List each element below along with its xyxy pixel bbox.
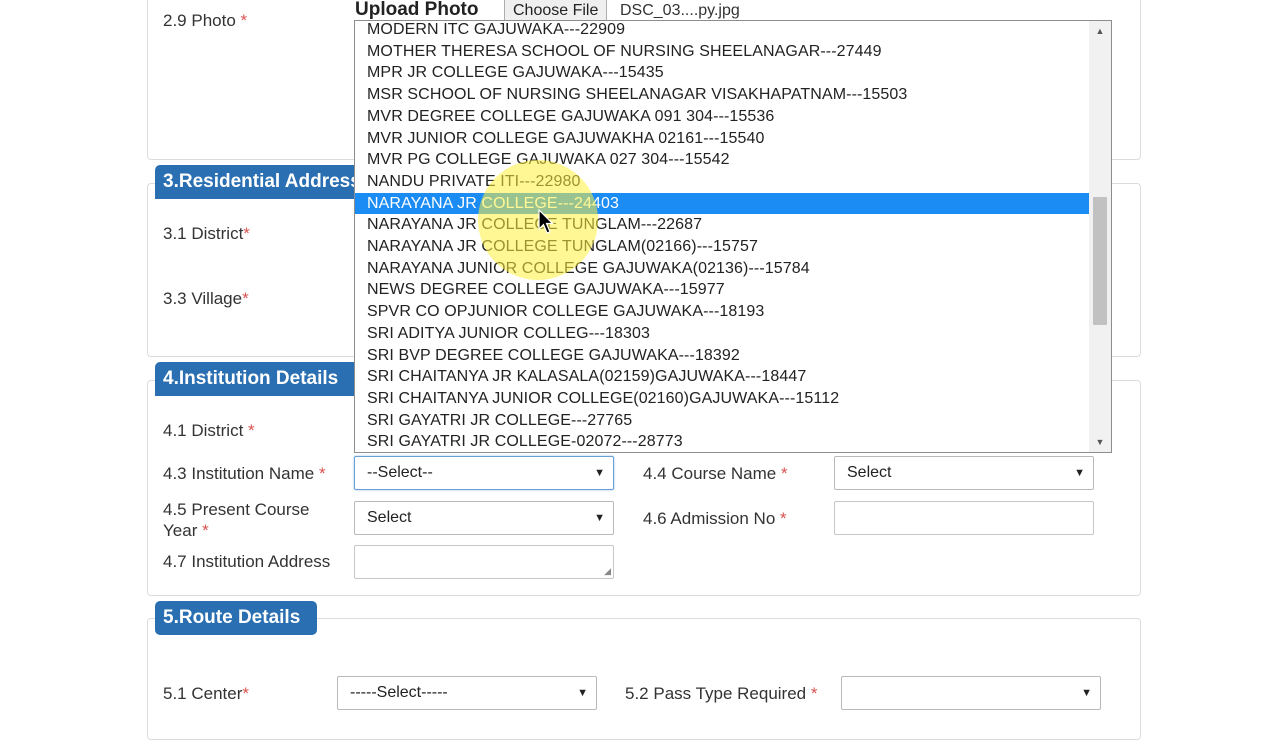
dropdown-option[interactable]: NANDU PRIVATE ITI---22980: [355, 171, 1089, 192]
course-year-text-2: Year: [163, 521, 198, 540]
required-mark: *: [242, 684, 250, 703]
required-mark: *: [780, 509, 787, 528]
admission-no-text: 4.6 Admission No: [643, 509, 776, 528]
institution-name-select[interactable]: --Select-- ▼: [354, 456, 614, 490]
mouse-pointer-icon: [538, 209, 554, 234]
institution-address-textarea[interactable]: ◢: [354, 545, 614, 579]
dropdown-option[interactable]: NEWS DEGREE COLLEGE GAJUWAKA---15977: [355, 279, 1089, 300]
institution-name-text: 4.3 Institution Name: [163, 464, 315, 483]
admission-no-input[interactable]: [834, 501, 1094, 535]
course-year-label: 4.5 Present Course Year *: [163, 499, 309, 541]
residential-district-label: 3.1 District*: [163, 224, 250, 244]
dropdown-option[interactable]: MODERN ITC GAJUWAKA---22909: [355, 21, 1089, 40]
dropdown-option[interactable]: SRI GAYATRI JR COLLEGE-02072---28773: [355, 431, 1089, 452]
chevron-down-icon: ▼: [577, 687, 588, 699]
dropdown-option[interactable]: MVR DEGREE COLLEGE GAJUWAKA 091 304---15…: [355, 106, 1089, 127]
residential-district-text: 3.1 District: [163, 224, 244, 243]
dropdown-option[interactable]: SPVR CO OPJUNIOR COLLEGE GAJUWAKA---1819…: [355, 301, 1089, 322]
required-mark: *: [240, 11, 248, 30]
course-name-select[interactable]: Select ▼: [834, 456, 1094, 490]
required-mark: *: [243, 224, 250, 243]
course-name-text: 4.4 Course Name: [643, 464, 777, 483]
dropdown-option[interactable]: SRI CHAITANYA JUNIOR COLLEGE(02160)GAJUW…: [355, 388, 1089, 409]
center-value: -----Select-----: [350, 684, 448, 701]
dropdown-option[interactable]: SRI GAYATRI JR COLLEGE---27765: [355, 410, 1089, 431]
required-mark: *: [242, 289, 249, 308]
institution-header: 4.Institution Details: [155, 362, 369, 396]
required-mark: *: [780, 464, 788, 483]
required-mark: *: [202, 521, 209, 540]
dropdown-option[interactable]: MOTHER THERESA SCHOOL OF NURSING SHEELAN…: [355, 41, 1089, 62]
institution-district-label: 4.1 District *: [163, 421, 255, 441]
course-name-value: Select: [847, 464, 892, 481]
institution-name-label: 4.3 Institution Name *: [163, 464, 326, 484]
pass-type-select[interactable]: ▼: [841, 676, 1101, 710]
chevron-down-icon: ▼: [594, 512, 605, 524]
dropdown-option[interactable]: NARAYANA JR COLLEGE---24403: [355, 192, 1089, 214]
institution-district-text: 4.1 District: [163, 421, 244, 440]
dropdown-option[interactable]: NARAYANA JUNIOR COLLEGE GAJUWAKA(02136)-…: [355, 258, 1089, 279]
photo-label-text: 2.9 Photo: [163, 11, 236, 30]
chevron-down-icon: ▼: [594, 467, 605, 479]
resize-handle-icon[interactable]: ◢: [604, 566, 611, 577]
dropdown-option[interactable]: MPR JR COLLEGE GAJUWAKA---15435: [355, 62, 1089, 83]
pass-type-label: 5.2 Pass Type Required *: [625, 684, 818, 704]
dropdown-scrollbar[interactable]: ▲ ▼: [1089, 21, 1111, 452]
course-year-text-1: 4.5 Present Course: [163, 500, 310, 519]
dropdown-option[interactable]: SRI BVP DEGREE COLLEGE GAJUWAKA---18392: [355, 345, 1089, 366]
chevron-down-icon: ▼: [1074, 467, 1085, 479]
institution-name-value: --Select--: [367, 464, 433, 481]
center-select[interactable]: -----Select----- ▼: [337, 676, 597, 710]
required-mark: *: [248, 421, 255, 440]
course-year-value: Select: [367, 509, 412, 526]
upload-photo-title: Upload Photo: [355, 0, 479, 20]
scrollbar-thumb[interactable]: [1093, 197, 1107, 325]
scroll-down-icon[interactable]: ▼: [1089, 432, 1111, 452]
center-label: 5.1 Center*: [163, 684, 249, 704]
dropdown-option[interactable]: SRI CHAITANYA JR KALASALA(02159)GAJUWAKA…: [355, 366, 1089, 387]
route-header: 5.Route Details: [155, 601, 317, 635]
village-label-text: 3.3 Village: [163, 289, 243, 308]
dropdown-option[interactable]: NARAYANA JR COLLEGE TUNGLAM(02166)---157…: [355, 236, 1089, 257]
center-label-text: 5.1 Center: [163, 684, 243, 703]
pass-type-text: 5.2 Pass Type Required: [625, 684, 807, 703]
village-label: 3.3 Village*: [163, 289, 249, 309]
dropdown-option[interactable]: SRI ADITYA JUNIOR COLLEG---18303: [355, 323, 1089, 344]
dropdown-option[interactable]: MVR PG COLLEGE GAJUWAKA 027 304---15542: [355, 149, 1089, 170]
photo-label: 2.9 Photo *: [163, 11, 247, 31]
dropdown-option[interactable]: NARAYANA JR COLLEGE TUNGLAM---22687: [355, 214, 1089, 235]
institution-address-label: 4.7 Institution Address: [163, 552, 331, 571]
residential-header: 3.Residential Address: [155, 165, 369, 199]
institution-dropdown-list[interactable]: MODERN ITC GAJUWAKA---22909 MOTHER THERES…: [354, 20, 1112, 453]
admission-no-label: 4.6 Admission No *: [643, 509, 787, 529]
dropdown-option[interactable]: MVR JUNIOR COLLEGE GAJUWAKHA 02161---155…: [355, 128, 1089, 149]
dropdown-option[interactable]: MSR SCHOOL OF NURSING SHEELANAGAR VISAKH…: [355, 84, 1089, 105]
chevron-down-icon: ▼: [1081, 687, 1092, 699]
course-year-select[interactable]: Select ▼: [354, 501, 614, 535]
scroll-up-icon[interactable]: ▲: [1089, 21, 1111, 41]
file-name: DSC_03....py.jpg: [620, 2, 740, 19]
required-mark: *: [810, 684, 818, 703]
required-mark: *: [318, 464, 326, 483]
course-name-label: 4.4 Course Name *: [643, 464, 788, 484]
